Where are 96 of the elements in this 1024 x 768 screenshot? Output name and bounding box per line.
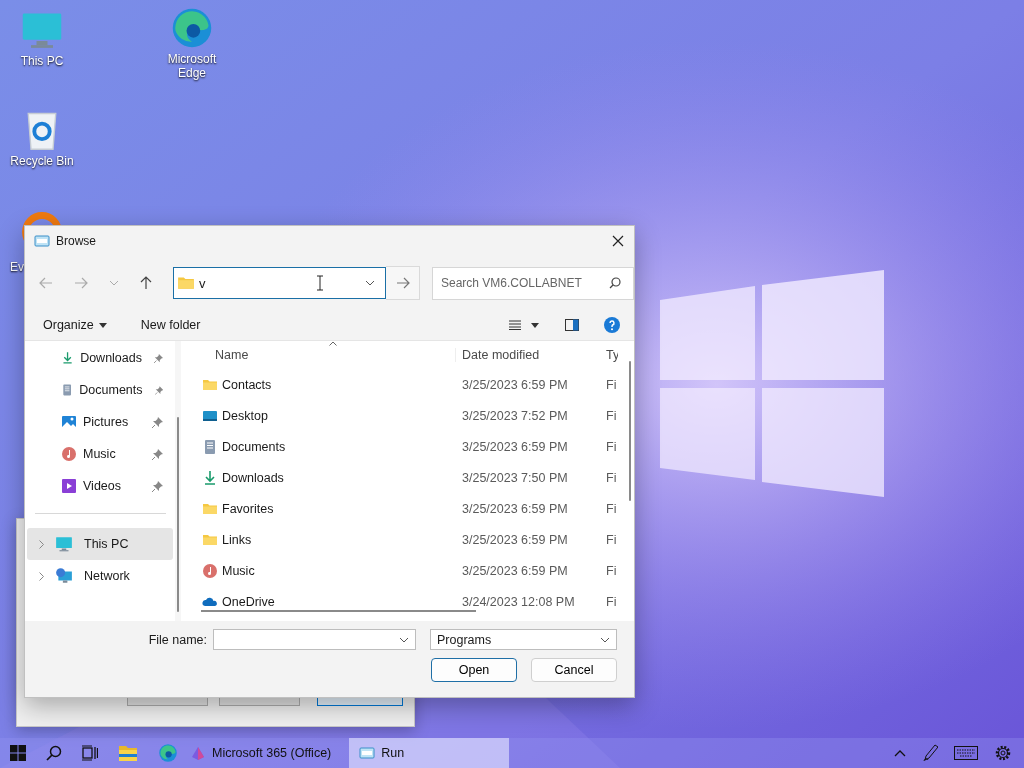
preview-pane-icon[interactable] bbox=[565, 319, 579, 331]
pin-icon[interactable] bbox=[152, 480, 163, 492]
chevron-right-icon[interactable] bbox=[39, 539, 44, 549]
settings-icon[interactable] bbox=[994, 744, 1012, 762]
file-type: Fi bbox=[605, 377, 618, 392]
pin-icon[interactable] bbox=[153, 352, 163, 364]
file-name[interactable]: Downloads bbox=[218, 470, 451, 485]
edge-icon bbox=[170, 6, 214, 50]
search-field[interactable]: Search VM6.COLLABNET bbox=[432, 266, 634, 300]
music-icon bbox=[202, 562, 218, 579]
download-icon bbox=[202, 469, 218, 486]
back-arrow-icon[interactable] bbox=[39, 277, 53, 289]
date-modified: 3/25/2023 6:59 PM bbox=[461, 532, 569, 547]
sidebar-item[interactable]: Videos bbox=[25, 470, 175, 502]
date-modified: 3/25/2023 6:59 PM bbox=[461, 377, 569, 392]
file-type: Fi bbox=[605, 439, 618, 454]
close-icon[interactable] bbox=[612, 235, 624, 247]
scrollbar[interactable] bbox=[629, 361, 631, 501]
sidebar-item[interactable]: Downloads bbox=[25, 342, 175, 374]
file-name[interactable]: OneDrive bbox=[218, 594, 451, 607]
search-icon[interactable] bbox=[46, 745, 62, 761]
document-icon bbox=[61, 382, 74, 398]
taskbar-app[interactable]: Run bbox=[349, 738, 510, 768]
pin-icon[interactable] bbox=[154, 384, 163, 396]
run-icon bbox=[34, 233, 50, 249]
column-header[interactable]: Name bbox=[181, 348, 455, 362]
sidebar-item[interactable]: Network bbox=[27, 560, 173, 592]
sidebar-item[interactable]: This PC bbox=[27, 528, 173, 560]
sort-caret-icon bbox=[329, 341, 337, 346]
date-modified: 3/25/2023 7:52 PM bbox=[461, 408, 569, 423]
date-modified: 3/25/2023 6:59 PM bbox=[461, 501, 569, 516]
caret-icon[interactable] bbox=[531, 322, 539, 328]
file-type: Fi bbox=[605, 470, 618, 485]
chevron-right-icon[interactable] bbox=[39, 571, 44, 581]
chevron-up-icon[interactable] bbox=[894, 749, 906, 757]
file-name[interactable]: Documents bbox=[218, 439, 451, 454]
document-icon bbox=[202, 438, 218, 455]
new-folder-button[interactable]: New folder bbox=[134, 318, 207, 332]
file-name[interactable]: Desktop bbox=[218, 408, 451, 423]
file-name[interactable]: Contacts bbox=[218, 377, 451, 392]
taskbar-app[interactable]: Microsoft 365 (Office) bbox=[186, 738, 342, 768]
file-name[interactable]: Favorites bbox=[218, 501, 451, 516]
chevron-down-icon[interactable] bbox=[399, 636, 409, 643]
network-icon bbox=[55, 567, 73, 585]
music-icon bbox=[61, 446, 77, 462]
search-icon bbox=[609, 276, 621, 289]
file-type-dropdown[interactable]: Programs bbox=[430, 629, 617, 650]
date-modified: 3/25/2023 7:50 PM bbox=[461, 470, 569, 485]
file-type: Fi bbox=[605, 408, 618, 423]
up-arrow-icon[interactable] bbox=[140, 276, 152, 290]
video-icon bbox=[61, 478, 77, 494]
keyboard-icon[interactable] bbox=[954, 746, 978, 760]
file-type: Fi bbox=[605, 563, 618, 578]
date-modified: 3/25/2023 6:59 PM bbox=[461, 563, 569, 578]
file-name[interactable]: Music bbox=[218, 563, 451, 578]
dialog-button[interactable]: Cancel bbox=[531, 658, 617, 682]
sidebar-item[interactable]: Music bbox=[25, 438, 175, 470]
folder-icon[interactable] bbox=[118, 744, 138, 762]
scrollbar[interactable] bbox=[177, 417, 179, 612]
dialog-button[interactable]: Open bbox=[431, 658, 517, 682]
pictures-icon bbox=[61, 414, 77, 430]
folder-icon bbox=[177, 274, 195, 292]
sidebar-item[interactable]: Documents bbox=[25, 374, 175, 406]
pen-icon[interactable] bbox=[922, 744, 938, 762]
sidebar-item[interactable]: Pictures bbox=[25, 406, 175, 438]
file-type: Fi bbox=[605, 532, 618, 547]
text-cursor-icon bbox=[317, 275, 323, 291]
file-type: Fi bbox=[605, 501, 618, 516]
date-modified: 3/25/2023 6:59 PM bbox=[461, 439, 569, 454]
chevron-down-icon[interactable] bbox=[365, 280, 375, 286]
pin-icon[interactable] bbox=[152, 416, 163, 428]
view-list-icon[interactable] bbox=[509, 320, 521, 330]
file-type: Fi bbox=[605, 594, 618, 607]
chevron-down-icon[interactable] bbox=[600, 636, 610, 643]
pin-icon[interactable] bbox=[152, 448, 163, 460]
file-name-field[interactable] bbox=[213, 629, 416, 650]
caret-icon bbox=[98, 322, 107, 328]
start-icon[interactable] bbox=[10, 745, 26, 761]
address-field[interactable]: v bbox=[173, 267, 386, 299]
task-view-icon[interactable] bbox=[82, 745, 98, 761]
scrollbar[interactable] bbox=[201, 610, 476, 612]
arrow-icon bbox=[395, 277, 410, 289]
run-icon bbox=[359, 745, 376, 761]
download-icon bbox=[61, 350, 75, 366]
organize-menu[interactable]: Organize bbox=[37, 318, 113, 332]
forward-arrow-icon[interactable] bbox=[74, 277, 88, 289]
monitor-icon bbox=[55, 535, 73, 553]
window-title: Browse bbox=[56, 234, 96, 248]
file-name-label: File name: bbox=[148, 632, 207, 647]
office-icon bbox=[190, 745, 206, 761]
go-button[interactable] bbox=[386, 266, 420, 300]
help-icon[interactable] bbox=[604, 317, 620, 333]
column-header[interactable]: Date modified bbox=[455, 348, 600, 362]
date-modified: 3/24/2023 12:08 PM bbox=[461, 594, 576, 607]
file-name[interactable]: Links bbox=[218, 532, 451, 547]
edge-icon bbox=[158, 743, 178, 763]
